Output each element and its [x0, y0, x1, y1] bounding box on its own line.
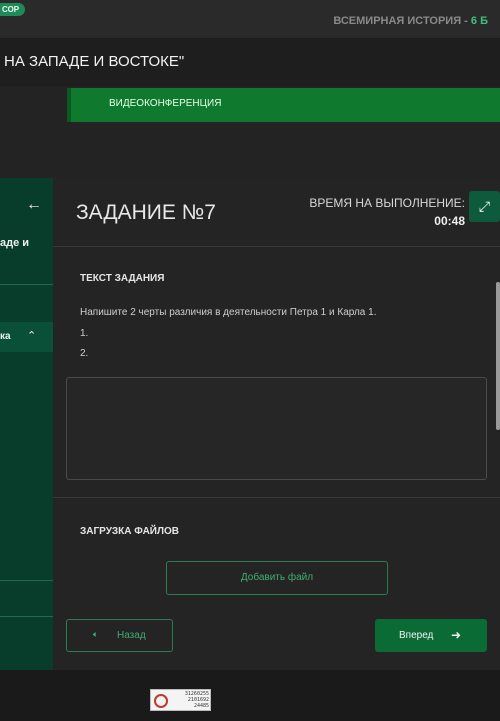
sidebar-item-2[interactable]: ка ⌃: [0, 322, 53, 352]
scrollbar[interactable]: [496, 282, 500, 430]
time-remaining: 00:48: [434, 214, 465, 228]
divider: [53, 246, 500, 247]
back-button[interactable]: 🢐 Назад: [66, 619, 173, 652]
back-label: Назад: [117, 630, 146, 641]
arrow-left-icon: 🢐: [92, 629, 97, 641]
list-item: 1.: [80, 328, 89, 339]
arrow-left-icon[interactable]: ←: [24, 195, 44, 215]
task-title: ЗАДАНИЕ №7: [76, 201, 216, 224]
sidebar-item-label: ка: [0, 331, 11, 342]
subject-label: ВСЕМИРНАЯ ИСТОРИЯ - 6 Б: [333, 15, 488, 27]
watermark: 31260255 2101692 24485: [150, 689, 211, 711]
sidebar-item-1[interactable]: аде и: [0, 236, 29, 251]
divider: [53, 497, 500, 498]
bottom-strip: 31260255 2101692 24485: [0, 670, 500, 721]
sidebar-divider: [0, 580, 53, 581]
watermark-line: 24485: [193, 703, 209, 709]
videoconference-button[interactable]: ВИДЕОКОНФЕРЕНЦИЯ: [67, 88, 500, 122]
sidebar-divider: [0, 616, 53, 617]
task-text: Напишите 2 черты различия в деятельности…: [80, 307, 377, 318]
expand-arrows-icon[interactable]: ⤢: [469, 191, 500, 222]
chevron-up-icon[interactable]: ⌃: [27, 329, 36, 342]
stamp-icon: [154, 694, 168, 708]
task-text-heading: ТЕКСТ ЗАДАНИЯ: [80, 273, 165, 284]
sor-badge: СОР: [0, 3, 26, 16]
add-file-button[interactable]: Добавить файл: [166, 561, 388, 595]
time-label: ВРЕМЯ НА ВЫПОЛНЕНИЕ:: [309, 196, 465, 210]
task-panel: ЗАДАНИЕ №7 ВРЕМЯ НА ВЫПОЛНЕНИЕ: 00:48 ⤢ …: [53, 178, 500, 670]
list-item: 2.: [80, 348, 89, 359]
next-button[interactable]: Вперед ➜: [375, 619, 487, 652]
page-title: НА ЗАПАДЕ И ВОСТОКЕ": [4, 53, 185, 70]
upload-heading: ЗАГРУЗКА ФАЙЛОВ: [80, 526, 179, 537]
sidebar: ← аде и ка ⌃: [0, 178, 53, 670]
grade-label: 6 Б: [470, 15, 488, 27]
videoconference-label: ВИДЕОКОНФЕРЕНЦИЯ: [109, 98, 222, 109]
title-bar: НА ЗАПАДЕ И ВОСТОКЕ": [0, 38, 500, 86]
sidebar-divider: [0, 284, 53, 285]
answer-textarea[interactable]: [66, 377, 487, 480]
top-bar: СОР ВСЕМИРНАЯ ИСТОРИЯ - 6 Б: [0, 0, 500, 38]
next-label: Вперед: [399, 630, 434, 641]
subject-name: ВСЕМИРНАЯ ИСТОРИЯ -: [333, 15, 471, 27]
arrow-right-icon: ➜: [451, 628, 462, 642]
